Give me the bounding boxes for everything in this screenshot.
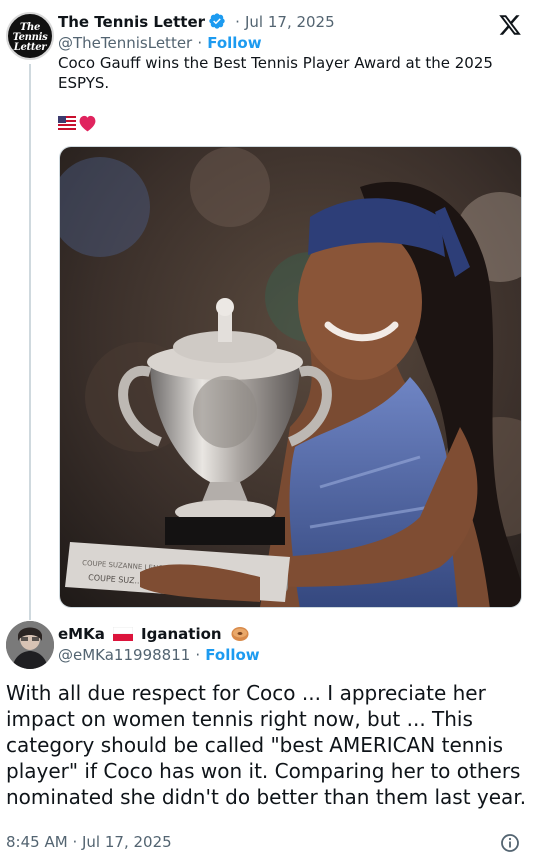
tweet-header: The Tennis Letter · Jul 17, 2025 [58,12,335,34]
separator-dot: · [197,34,203,52]
reply-timestamp[interactable]: 8:45 AM · Jul 17, 2025 [6,833,172,851]
avatar-the-tennis-letter[interactable]: The Tennis Letter [6,12,54,60]
author-handle[interactable]: @TheTennisLetter [58,34,192,52]
handle-row: @TheTennisLetter · Follow [58,33,262,52]
tweet-text: Coco Gauff wins the Best Tennis Player A… [58,54,493,92]
verified-badge-icon [208,12,226,34]
info-icon[interactable] [500,833,520,853]
avatar-logo-text: Letter [13,42,47,53]
separator-dot: · [195,646,201,664]
thread-line [29,64,31,620]
us-flag-icon [58,116,76,130]
reply-header: eMKa Iganation [58,624,249,643]
poland-flag-icon [112,626,134,641]
red-heart-icon [79,115,96,132]
separator-dot: · [72,833,78,851]
reply-author-handle[interactable]: @eMKa11998811 [58,646,190,664]
tweet-media-photo[interactable]: COUPE SUZANNE LENGLEN COUPE SUZ... [59,146,522,608]
separator-dot: · [235,13,240,31]
reply-text: With all due respect for Coco ... I appr… [6,681,527,809]
reply-time[interactable]: 8:45 AM [6,833,68,851]
follow-button[interactable]: Follow [207,34,261,52]
reply-handle-row: @eMKa11998811 · Follow [58,645,260,664]
reply-author-suffix[interactable]: Iganation [141,625,222,643]
author-name[interactable]: The Tennis Letter [58,13,205,31]
emoji-row [58,114,100,132]
reply-date[interactable]: Jul 17, 2025 [82,833,172,851]
reply-author-name[interactable]: eMKa [58,625,105,643]
photo-illustration: COUPE SUZANNE LENGLEN COUPE SUZ... [60,147,521,607]
tweet-date[interactable]: Jul 17, 2025 [245,13,335,31]
x-logo-icon[interactable] [498,13,522,37]
bagel-icon [231,627,249,641]
avatar-emka[interactable] [6,621,54,669]
reply-follow-button[interactable]: Follow [205,646,259,664]
